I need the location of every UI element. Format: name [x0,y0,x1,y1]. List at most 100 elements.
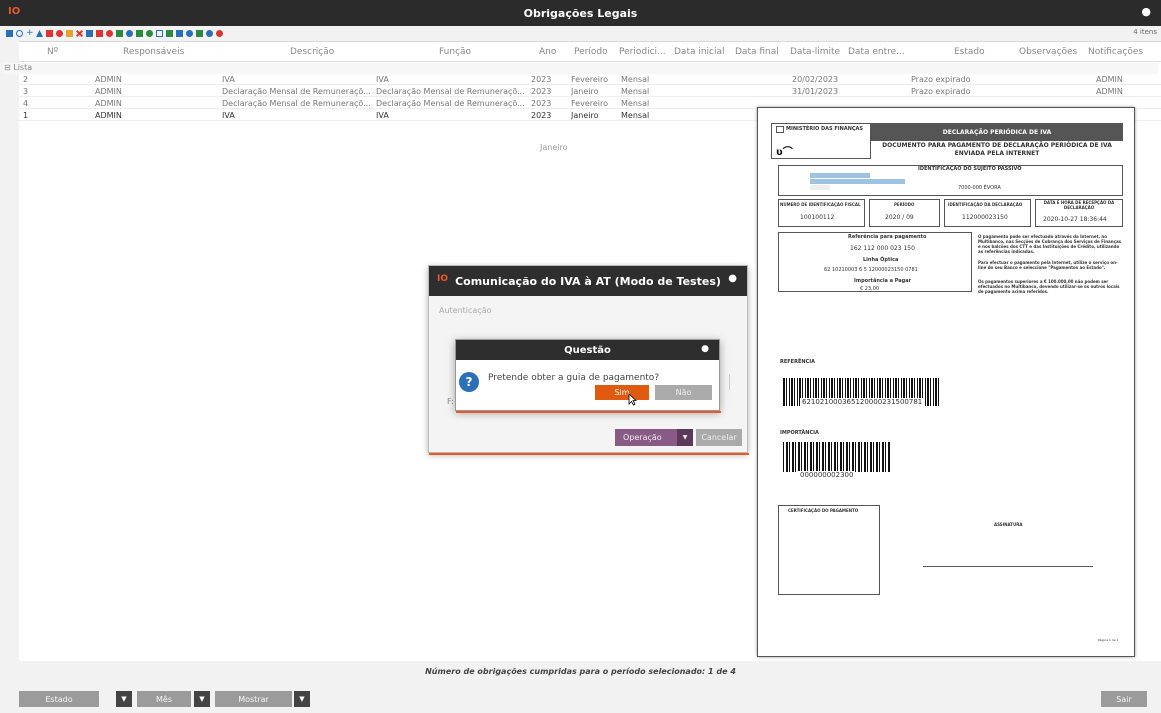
sair-button[interactable]: Sair [1101,691,1147,707]
subtitle-line-1: DOCUMENTO PARA PAGAMENTO DE DECLARAÇÃO P… [882,142,1112,149]
cell-ano: 2023 [531,87,552,96]
cell-funcao: Declaração Mensal de Remuneraçõ... [376,99,525,108]
add-icon[interactable]: + [26,29,34,38]
payment-note-2: Para efectuar o pagamento pela Internet,… [978,260,1118,270]
signature-label: ASSINATURA [994,522,1023,527]
stop-icon[interactable] [216,30,223,37]
payment-note-3: Os pagamentos superiores a € 100.000,00 … [978,279,1120,294]
group-lista[interactable]: ⊟ Lista [3,63,1158,74]
app-logo-icon: IO [437,274,448,284]
nif-label: NÚMERO DE IDENTIFICAÇÃO FISCAL [780,202,861,207]
page-number: Página 1 de 1 [1098,638,1119,642]
cell-ano: 2023 [531,111,552,120]
document-subtitle: DOCUMENTO PARA PAGAMENTO DE DECLARAÇÃO P… [871,141,1123,159]
barcode-amount-digits: 000000002300 [798,471,856,479]
col-header-data-entrega[interactable]: Data entre... [848,47,905,57]
at-logo-icon: ʋ⌒ [776,147,793,158]
ministry-name: MINISTÉRIO DAS FINANÇAS [786,126,864,132]
cell-descricao: IVA [222,111,235,120]
cell-notificacoes: ADMIN [1096,87,1123,96]
cell-periodo: Janeiro [571,111,599,120]
items-count: 4 itens [1133,28,1157,36]
col-header-periodo[interactable]: Período [574,47,608,57]
chevron-down-icon[interactable]: ▼ [677,429,693,446]
estado-dropdown-icon[interactable]: ▼ [116,691,132,707]
warning-icon[interactable] [86,30,93,37]
title-bar: IO Obrigações Legais ● [0,0,1161,26]
close-icon[interactable]: ● [728,273,737,284]
share-icon[interactable] [136,30,143,37]
cell-periodicidade: Mensal [621,111,650,120]
cell-funcao: IVA [376,75,389,84]
mostrar-dropdown-icon[interactable]: ▼ [294,691,310,707]
footer-bar: Número de obrigações cumpridas para o pe… [0,667,1161,713]
document-header: DECLARAÇÃO PERIÓDICA DE IVA [871,123,1123,141]
grid-icon[interactable] [196,30,203,37]
col-header-funcao[interactable]: Função [439,47,471,57]
table-row[interactable]: 2 ADMIN IVA IVA 2023 Fevereiro Mensal 20… [19,74,1161,85]
accent-bar [456,411,721,413]
mes-dropdown-icon[interactable]: ▼ [194,691,210,707]
info-icon[interactable] [206,30,213,37]
date-value: 2020-10-27 18:36:44 [1043,216,1107,223]
col-header-data-final[interactable]: Data final [735,47,779,57]
table-header: Nº Responsáveis Descrição Função Ano Per… [19,42,1161,62]
close-icon[interactable]: ● [1141,5,1151,18]
settings-icon[interactable] [146,30,153,37]
sync-icon[interactable] [186,30,193,37]
col-header-responsaveis[interactable]: Responsáveis [123,47,184,57]
referencia-label: REFERÊNCIA [780,359,815,365]
no-button[interactable]: Não [655,385,712,400]
app-logo-icon: IO [8,6,21,17]
app-window: IO Obrigações Legais ● + 4 itens Nº Resp… [0,0,1161,713]
table-row[interactable]: 3 ADMIN Declaração Mensal de Remuneraçõ.… [19,86,1161,97]
mes-button[interactable]: Mês [137,691,191,707]
col-header-observacoes[interactable]: Observações [1019,47,1077,57]
edit-icon[interactable] [66,30,73,37]
cancel-button[interactable]: Cancelar [696,429,742,446]
imp-value: € 23,00 [860,286,880,292]
operation-button[interactable]: Operação ▼ [615,429,693,446]
imp-title: Importância a Pagar [854,278,912,284]
record-icon[interactable] [106,30,113,37]
estado-button[interactable]: Estado [19,691,99,707]
mail-icon[interactable] [176,30,183,37]
dialog-title-bar: IO Comunicação do IVA à AT (Modo de Test… [429,266,747,296]
close-icon[interactable]: ● [701,344,709,354]
col-header-estado[interactable]: Estado [954,47,985,57]
redacted-name [810,173,870,178]
refresh-icon[interactable] [126,30,133,37]
up-icon[interactable] [36,30,43,37]
col-header-periodicidade[interactable]: Periodici... [619,47,666,57]
window-icon[interactable] [156,30,163,37]
filter-icon[interactable] [46,30,53,37]
ident-label: IDENTIFICAÇÃO DA DECLARAÇÃO [948,202,1023,207]
cell-periodo: Fevereiro [571,75,609,84]
cell-number: 4 [23,99,29,108]
col-header-notificacoes[interactable]: Notificações [1088,47,1143,57]
question-title-bar: Questão ● [456,340,719,360]
tree-icon[interactable] [6,30,13,37]
cell-funcao: IVA [376,111,389,120]
cell-responsaveis: ADMIN [95,87,122,96]
delete-icon[interactable] [56,30,63,37]
yes-button[interactable]: Sim [595,385,649,400]
export-icon[interactable] [116,30,123,37]
periodo-label: PERÍODO [894,202,915,207]
col-header-data-limite[interactable]: Data-limite [790,47,840,57]
payment-note-1: O pagamento pode ser efectuado através d… [978,234,1122,254]
mouse-cursor-icon [628,393,637,406]
col-header-data-inicial[interactable]: Data inicial [674,47,725,57]
ref-title: Referência para pagamento [848,234,927,240]
cell-ano: 2023 [531,75,552,84]
search-icon[interactable] [16,30,23,37]
print-icon[interactable] [166,30,173,37]
linha-title: Linha Óptica [863,257,899,263]
col-header-descricao[interactable]: Descrição [290,47,334,57]
mostrar-button[interactable]: Mostrar [215,691,292,707]
question-icon: ? [459,372,479,392]
col-header-ano[interactable]: Ano [539,47,556,57]
calendar-icon[interactable] [96,30,103,37]
remove-icon[interactable] [76,30,83,37]
col-header-number[interactable]: Nº [47,47,58,57]
